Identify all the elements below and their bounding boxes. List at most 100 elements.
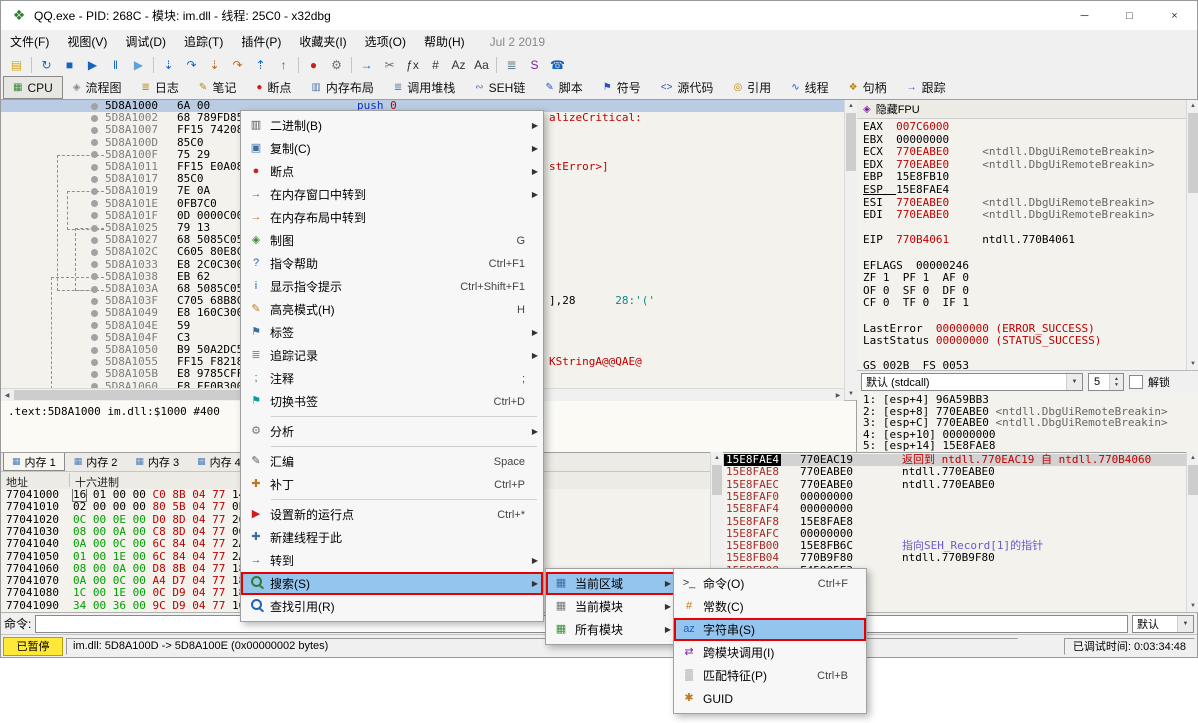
menubar-item-8[interactable]: 帮助(H)	[415, 30, 474, 53]
search-type-item-6[interactable]: ✱GUID	[674, 687, 866, 710]
stack-row[interactable]: 15E8FB04770B9F80ntdll.770B9F80	[722, 552, 1186, 564]
scroll-down-arrow[interactable]	[845, 388, 857, 400]
toolbar-button-phone[interactable]: ☎	[546, 55, 569, 75]
breakpoint-dot[interactable]	[91, 261, 98, 268]
tab-线程[interactable]: ∿线程	[781, 76, 838, 99]
registers-vscrollbar[interactable]	[1186, 100, 1198, 370]
register-line[interactable]: EDI 770EABE0 <ntdll.DbgUiRemoteBreakin>	[863, 209, 1186, 222]
context-menu-item-12[interactable]: ;注释;	[241, 367, 543, 390]
minimize-button[interactable]: ─	[1062, 1, 1107, 30]
stack-row[interactable]: 15E8FAF815E8FAE8	[722, 516, 1186, 528]
stack-row[interactable]: 15E8FAF400000000	[722, 503, 1186, 515]
search-type-item-3[interactable]: az字符串(S)	[674, 618, 866, 641]
search-type-item-4[interactable]: ⇄跨模块调用(I)	[674, 641, 866, 664]
toolbar-button-fx[interactable]: ƒx	[401, 55, 424, 75]
tab-引用[interactable]: ◎引用	[723, 76, 781, 99]
menubar-item-1[interactable]: 文件(F)	[1, 30, 58, 53]
maximize-button[interactable]: □	[1107, 1, 1152, 30]
toolbar-button-pause[interactable]: ‖	[104, 55, 127, 75]
scrollbar-thumb[interactable]	[846, 113, 856, 171]
context-menu-item-2[interactable]: ▣复制(C)▶	[241, 137, 543, 160]
arg-count-stepper[interactable]: 5 ▲▼	[1088, 373, 1124, 391]
breakpoint-dot[interactable]	[91, 286, 98, 293]
command-profile-select[interactable]: 默认 ▼	[1132, 615, 1194, 633]
toolbar-button-step-over[interactable]: ↷	[180, 55, 203, 75]
toolbar-button-stop[interactable]: ■	[58, 55, 81, 75]
breakpoint-dot[interactable]	[91, 151, 98, 158]
stack-row[interactable]: 15E8FAEC770EABE0ntdll.770EABE0	[722, 479, 1186, 491]
scroll-up-arrow[interactable]	[711, 452, 723, 464]
toolbar-button-breakpoint[interactable]: ●	[302, 55, 325, 75]
breakpoint-dot[interactable]	[91, 176, 98, 183]
toolbar-button-goto[interactable]: →	[355, 55, 378, 75]
context-menu-item-22[interactable]: →转到▶	[241, 549, 543, 572]
tab-调用堆栈[interactable]: ≣调用堆栈	[384, 76, 465, 99]
context-menu-item-9[interactable]: ✎高亮模式(H)H	[241, 298, 543, 321]
breakpoint-dot[interactable]	[91, 164, 98, 171]
menubar-item-2[interactable]: 视图(V)	[58, 30, 116, 53]
register-line[interactable]: GS 002B FS 0053	[863, 360, 1186, 370]
tab-内存布局[interactable]: ▥内存布局	[301, 76, 383, 99]
breakpoint-dot[interactable]	[91, 249, 98, 256]
tab-句柄[interactable]: ❖句柄	[839, 76, 897, 99]
search-type-item-5[interactable]: ▒匹配特征(P)Ctrl+B	[674, 664, 866, 687]
breakpoint-dot[interactable]	[91, 139, 98, 146]
context-menu-item-1[interactable]: ▥二进制(B)▶	[241, 114, 543, 137]
tab-SEH链[interactable]: ∾SEH链	[465, 76, 535, 99]
dump-tab-内存 2[interactable]: ▦内存 2	[65, 452, 127, 471]
context-menu-item-20[interactable]: ▶设置新的运行点Ctrl+*	[241, 503, 543, 526]
scrollbar-thumb[interactable]	[1188, 465, 1198, 495]
register-line[interactable]: EIP 770B4061 ntdll.770B4061	[863, 234, 1186, 247]
toolbar-button-scissors[interactable]: ✂	[378, 55, 401, 75]
breakpoint-dot[interactable]	[91, 188, 98, 195]
toolbar-button-hash[interactable]: #	[424, 55, 447, 75]
register-line[interactable]: CF 0 TF 0 IF 1	[863, 297, 1186, 310]
context-menu-item-13[interactable]: ⚑切换书签Ctrl+D	[241, 390, 543, 413]
breakpoint-dot[interactable]	[91, 298, 98, 305]
context-menu-item-3[interactable]: ●断点▶	[241, 160, 543, 183]
toolbar-button-open-file[interactable]: ▤	[5, 55, 28, 75]
breakpoint-dot[interactable]	[91, 347, 98, 354]
tab-脚本[interactable]: ✎脚本	[535, 76, 592, 99]
menubar-item-4[interactable]: 追踪(T)	[175, 30, 232, 53]
stepper-arrows-icon[interactable]: ▲▼	[1109, 374, 1123, 390]
scroll-left-arrow[interactable]	[1, 389, 13, 401]
breakpoint-dot[interactable]	[91, 359, 98, 366]
scroll-up-arrow[interactable]	[1187, 452, 1198, 464]
tab-断点[interactable]: ●断点	[246, 76, 301, 99]
toolbar-button-run-trace[interactable]: ▶	[127, 55, 150, 75]
context-menu-item-10[interactable]: ⚑标签▶	[241, 321, 543, 344]
breakpoint-dot[interactable]	[91, 371, 98, 378]
stack-row[interactable]: 15E8FAE8770EABE0ntdll.770EABE0	[722, 466, 1186, 478]
register-line[interactable]: LastStatus 00000000 (STATUS_SUCCESS)	[863, 335, 1186, 348]
breakpoint-dot[interactable]	[91, 212, 98, 219]
search-scope-item-1[interactable]: ▦当前区域▶	[546, 572, 676, 595]
breakpoint-dot[interactable]	[91, 322, 98, 329]
context-menu-item-6[interactable]: ◈制图G	[241, 229, 543, 252]
breakpoint-dot[interactable]	[91, 200, 98, 207]
hide-fpu-button[interactable]: 隐藏FPU	[876, 101, 920, 117]
scroll-up-arrow[interactable]	[845, 100, 857, 112]
chevron-down-icon[interactable]: ▼	[1177, 616, 1193, 632]
stack-vscrollbar[interactable]	[1186, 452, 1198, 612]
chevron-down-icon[interactable]: ▼	[1066, 374, 1082, 390]
search-scope-item-3[interactable]: ▦所有模块▶	[546, 618, 676, 641]
tab-CPU[interactable]: ▦CPU	[3, 76, 63, 99]
calling-convention-select[interactable]: 默认 (stdcall) ▼	[861, 373, 1083, 391]
context-menu-item-4[interactable]: →在内存窗口中转到▶	[241, 183, 543, 206]
close-button[interactable]: ×	[1152, 1, 1197, 30]
menubar-item-3[interactable]: 调试(D)	[116, 30, 175, 53]
context-menu-item-24[interactable]: 查找引用(R)	[241, 595, 543, 618]
stack-row[interactable]: 15E8FAF000000000	[722, 491, 1186, 503]
context-menu-item-7[interactable]: ?指令帮助Ctrl+F1	[241, 252, 543, 275]
tab-跟踪[interactable]: →跟踪	[897, 76, 956, 99]
scroll-down-arrow[interactable]	[1187, 358, 1198, 370]
breakpoint-dot[interactable]	[91, 225, 98, 232]
toolbar-button-run-to-user[interactable]: ↑	[272, 55, 295, 75]
scrollbar-thumb[interactable]	[712, 465, 722, 495]
context-menu-item-21[interactable]: ✚新建线程于此	[241, 526, 543, 549]
breakpoint-dot[interactable]	[91, 273, 98, 280]
breakpoint-dot[interactable]	[91, 127, 98, 134]
tab-笔记[interactable]: ✎笔记	[189, 76, 246, 99]
scroll-down-arrow[interactable]	[1187, 600, 1198, 612]
